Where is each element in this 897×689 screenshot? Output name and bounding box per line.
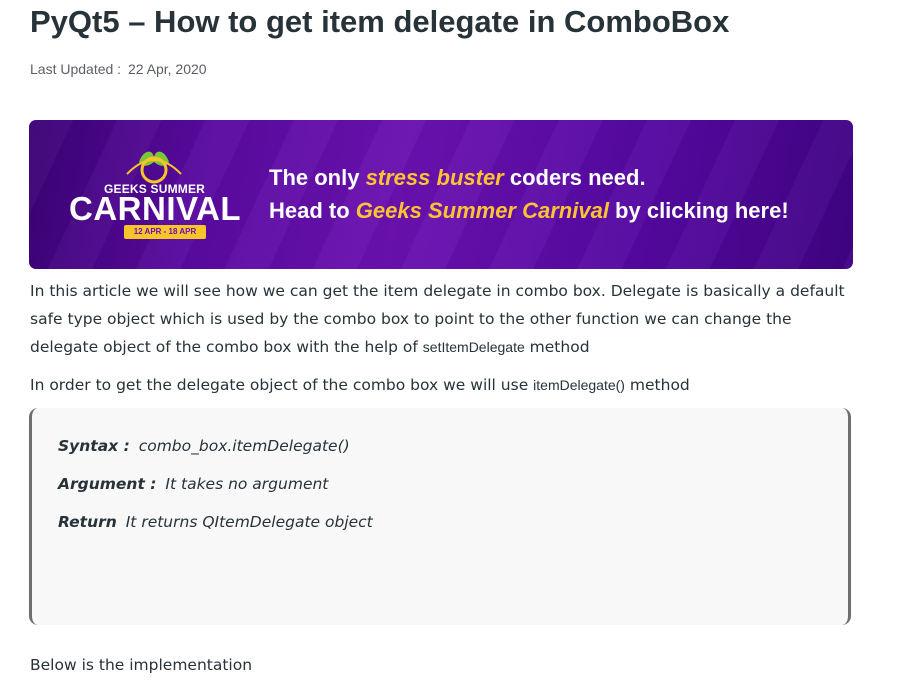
banner-line2-highlight: Geeks Summer Carnival xyxy=(355,198,609,223)
page-title: PyQt5 – How to get item delegate in Comb… xyxy=(30,4,730,39)
logo-dates-ribbon: 12 APR - 18 APR xyxy=(124,225,206,239)
usage-text: In order to get the delegate object of t… xyxy=(30,376,534,394)
last-updated-date: 22 Apr, 2020 xyxy=(127,61,207,77)
syntax-value: combo_box.itemDelegate() xyxy=(133,437,350,455)
promo-banner[interactable]: GEEKS SUMMER CARNIVAL 12 APR - 18 APR Th… xyxy=(29,120,853,269)
intro-code: setItemDelegate xyxy=(422,339,525,355)
banner-line2-suffix: by clicking here! xyxy=(608,198,789,223)
banner-line1-suffix: coders need. xyxy=(503,165,646,190)
intro-suffix: method xyxy=(524,338,590,356)
last-updated-label: Last Updated : xyxy=(30,61,122,77)
banner-line1-prefix: The only xyxy=(269,165,366,190)
usage-suffix: method xyxy=(624,376,690,394)
banner-line1-highlight: stress buster xyxy=(365,165,504,190)
intro-paragraph: In this article we will see how we can g… xyxy=(30,277,850,361)
return-label: Return xyxy=(58,513,117,531)
carnival-mask-icon xyxy=(126,151,182,184)
argument-value: It takes no argument xyxy=(160,475,329,493)
usage-code: itemDelegate() xyxy=(533,377,625,393)
implementation-paragraph: Below is the implementation xyxy=(30,656,253,674)
usage-paragraph: In order to get the delegate object of t… xyxy=(30,371,850,399)
banner-headline-2[interactable]: Head to Geeks Summer Carnival by clickin… xyxy=(269,198,789,224)
argument-line: Argument : It takes no argument xyxy=(58,475,328,493)
banner-headline-1[interactable]: The only stress buster coders need. xyxy=(269,165,646,191)
return-value: It returns QItemDelegate object xyxy=(120,513,373,531)
argument-label: Argument : xyxy=(58,475,157,493)
banner-line2-prefix: Head to xyxy=(269,198,356,223)
last-updated: Last Updated : 22 Apr, 2020 xyxy=(30,61,207,77)
syntax-line: Syntax : combo_box.itemDelegate() xyxy=(58,437,350,455)
logo-main-text: CARNIVAL xyxy=(69,190,242,227)
syntax-box: Syntax : combo_box.itemDelegate() Argume… xyxy=(29,408,851,625)
return-line: Return It returns QItemDelegate object xyxy=(58,513,373,531)
syntax-label: Syntax : xyxy=(58,437,130,455)
carnival-logo: GEEKS SUMMER CARNIVAL 12 APR - 18 APR xyxy=(69,142,242,242)
